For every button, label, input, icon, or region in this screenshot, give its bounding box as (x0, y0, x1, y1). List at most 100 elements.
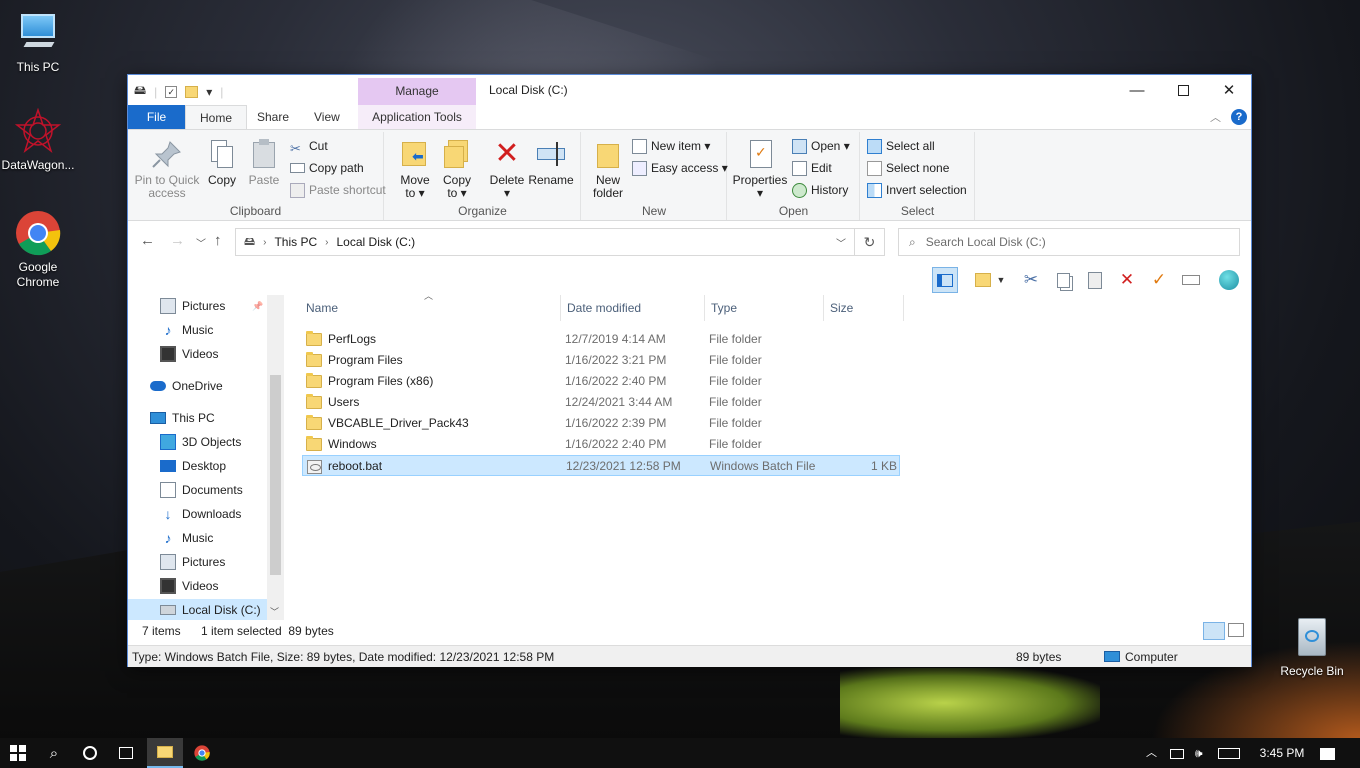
desktop-icon-datawagon[interactable]: DataWagon... (0, 107, 76, 173)
properties-button[interactable]: ✓ Properties ▾ (730, 138, 790, 200)
nav-item[interactable]: This PC (128, 407, 267, 429)
cortana-icon[interactable] (72, 738, 108, 768)
nav-item[interactable]: Local Disk (C:) (128, 599, 267, 620)
edit-button[interactable]: Edit (792, 158, 832, 178)
close-button[interactable]: ✕ (1206, 75, 1252, 105)
file-row[interactable]: PerfLogs 12/7/2019 4:14 AM File folder (302, 329, 900, 350)
file-row[interactable]: reboot.bat 12/23/2021 12:58 PM Windows Bat… (302, 455, 900, 476)
nav-item-label: Videos (182, 347, 219, 361)
up-button[interactable]: ↑ (214, 232, 222, 249)
file-row[interactable]: Program Files 1/16/2022 3:21 PM File folde… (302, 350, 900, 371)
nav-item[interactable]: Documents (128, 479, 267, 501)
large-icons-view-button[interactable] (1228, 623, 1244, 637)
new-folder-qat-icon[interactable] (185, 85, 199, 98)
nav-item[interactable]: Videos (128, 343, 267, 365)
drive-icon[interactable]: 🖴 (134, 81, 146, 102)
maximize-button[interactable] (1160, 75, 1206, 105)
copy-icon[interactable] (1050, 267, 1076, 293)
file-row[interactable]: Windows 1/16/2022 2:40 PM File folder (302, 434, 900, 455)
breadcrumb-this-pc[interactable]: This PC (274, 235, 317, 249)
keyboard-icon[interactable] (1218, 738, 1240, 768)
paste-icon[interactable] (1082, 267, 1108, 293)
breadcrumb-local-disk[interactable]: Local Disk (C:) (337, 235, 416, 249)
nav-item[interactable]: ↓ Downloads (128, 503, 267, 525)
globe-icon[interactable] (1216, 267, 1242, 293)
desktop-icon-this-pc[interactable]: This PC (0, 10, 76, 75)
nav-item[interactable]: Pictures 📌 (128, 295, 267, 317)
select-all-button[interactable]: Select all (867, 136, 935, 156)
chrome-taskbar-icon[interactable] (184, 738, 220, 768)
rename-icon[interactable] (1178, 267, 1204, 293)
nav-pane-scroll-thumb[interactable] (270, 375, 281, 575)
start-button[interactable] (0, 738, 36, 768)
file-explorer-taskbar-icon[interactable] (147, 738, 183, 768)
details-view-button[interactable] (1203, 622, 1225, 640)
file-row[interactable]: Users 12/24/2021 3:44 AM File folder (302, 392, 900, 413)
paste-button[interactable]: Paste (238, 138, 290, 187)
cut-button[interactable]: ✂ Cut (290, 136, 328, 156)
nav-item[interactable]: Videos (128, 575, 267, 597)
nav-pane-scrollbar[interactable]: ﹀ (267, 295, 284, 620)
new-folder-button[interactable]: New folder (582, 138, 634, 200)
copy-to-button[interactable]: Copy to ▾ (431, 138, 483, 200)
desktop-icon (160, 460, 176, 472)
column-header-size[interactable]: Size (824, 295, 904, 321)
properties-qat-icon[interactable]: ✓ (165, 85, 178, 98)
tab-manage[interactable]: Manage (358, 78, 476, 105)
column-header-type[interactable]: Type (705, 295, 824, 321)
nav-item[interactable]: Pictures (128, 551, 267, 573)
paste-shortcut-button[interactable]: Paste shortcut (290, 180, 386, 200)
volume-icon[interactable]: 🕪 (1195, 738, 1203, 768)
open-button[interactable]: Open ▾ (792, 136, 850, 156)
desktop-icon-recycle-bin[interactable]: Recycle Bin (1274, 614, 1350, 679)
show-hidden-icons[interactable]: ︿ (1146, 738, 1157, 768)
task-view-icon[interactable] (108, 738, 144, 768)
delete-icon[interactable]: ✕ (1114, 267, 1140, 293)
pin-to-quick-access-button[interactable]: Pin to Quick access (134, 138, 200, 200)
column-header-date[interactable]: Date modified (561, 295, 705, 321)
minimize-button[interactable]: — (1114, 75, 1160, 105)
refresh-button[interactable]: ↻ (855, 228, 885, 256)
nav-item[interactable]: ♪ Music (128, 319, 267, 341)
help-icon[interactable]: ? (1231, 109, 1247, 125)
tab-application-tools[interactable]: Application Tools (358, 105, 476, 129)
tab-share[interactable]: Share (243, 105, 303, 129)
pin-icon[interactable]: 📌 (252, 295, 263, 317)
desktop-icon-chrome[interactable]: Google Chrome (0, 210, 76, 290)
checkmark-icon[interactable]: ✓ (1146, 267, 1172, 293)
file-row[interactable]: Program Files (x86) 1/16/2022 2:40 PM File… (302, 371, 900, 392)
invert-selection-button[interactable]: Invert selection (867, 180, 967, 200)
nav-item[interactable]: 3D Objects (128, 431, 267, 453)
address-bar[interactable]: 🖴 › This PC › Local Disk (C:) ﹀ (235, 228, 855, 256)
nav-item[interactable]: Desktop (128, 455, 267, 477)
nav-item[interactable]: OneDrive (128, 375, 267, 397)
view-dropdown-icon[interactable]: ▼ (994, 267, 1008, 293)
cut-icon[interactable]: ✂ (1018, 267, 1044, 293)
view-options-icon[interactable] (970, 267, 996, 293)
preview-pane-button[interactable] (932, 267, 958, 293)
forward-button[interactable]: → (170, 232, 185, 249)
network-icon[interactable] (1170, 738, 1184, 768)
recent-locations-icon[interactable]: ﹀ (196, 235, 206, 250)
search-icon[interactable]: ⌕ (36, 738, 72, 768)
clock[interactable]: 3:45 PM (1254, 738, 1310, 768)
tab-home[interactable]: Home (185, 105, 248, 129)
collapse-ribbon-icon[interactable]: ︿ (1210, 109, 1221, 125)
notifications-icon[interactable] (1320, 738, 1335, 768)
tab-view[interactable]: View (300, 105, 354, 129)
nav-item[interactable]: ♪ Music (128, 527, 267, 549)
history-button[interactable]: History (792, 180, 848, 200)
select-none-button[interactable]: Select none (867, 158, 949, 178)
scroll-down-icon[interactable]: ﹀ (270, 605, 279, 618)
back-button[interactable]: ← (140, 232, 155, 249)
qat-dropdown-icon[interactable]: ▾ (206, 85, 212, 99)
address-dropdown-icon[interactable]: ﹀ (836, 235, 846, 250)
easy-access-button[interactable]: Easy access ▾ (632, 158, 728, 178)
tab-file[interactable]: File (128, 105, 185, 129)
new-item-button[interactable]: New item ▾ (632, 136, 710, 156)
column-header-name[interactable]: Name (300, 295, 561, 321)
search-input[interactable]: ⌕ Search Local Disk (C:) (898, 228, 1240, 256)
rename-button[interactable]: Rename (525, 138, 577, 187)
copy-path-button[interactable]: Copy path (290, 158, 364, 178)
file-row[interactable]: VBCABLE_Driver_Pack43 1/16/2022 2:39 PM Fi… (302, 413, 900, 434)
